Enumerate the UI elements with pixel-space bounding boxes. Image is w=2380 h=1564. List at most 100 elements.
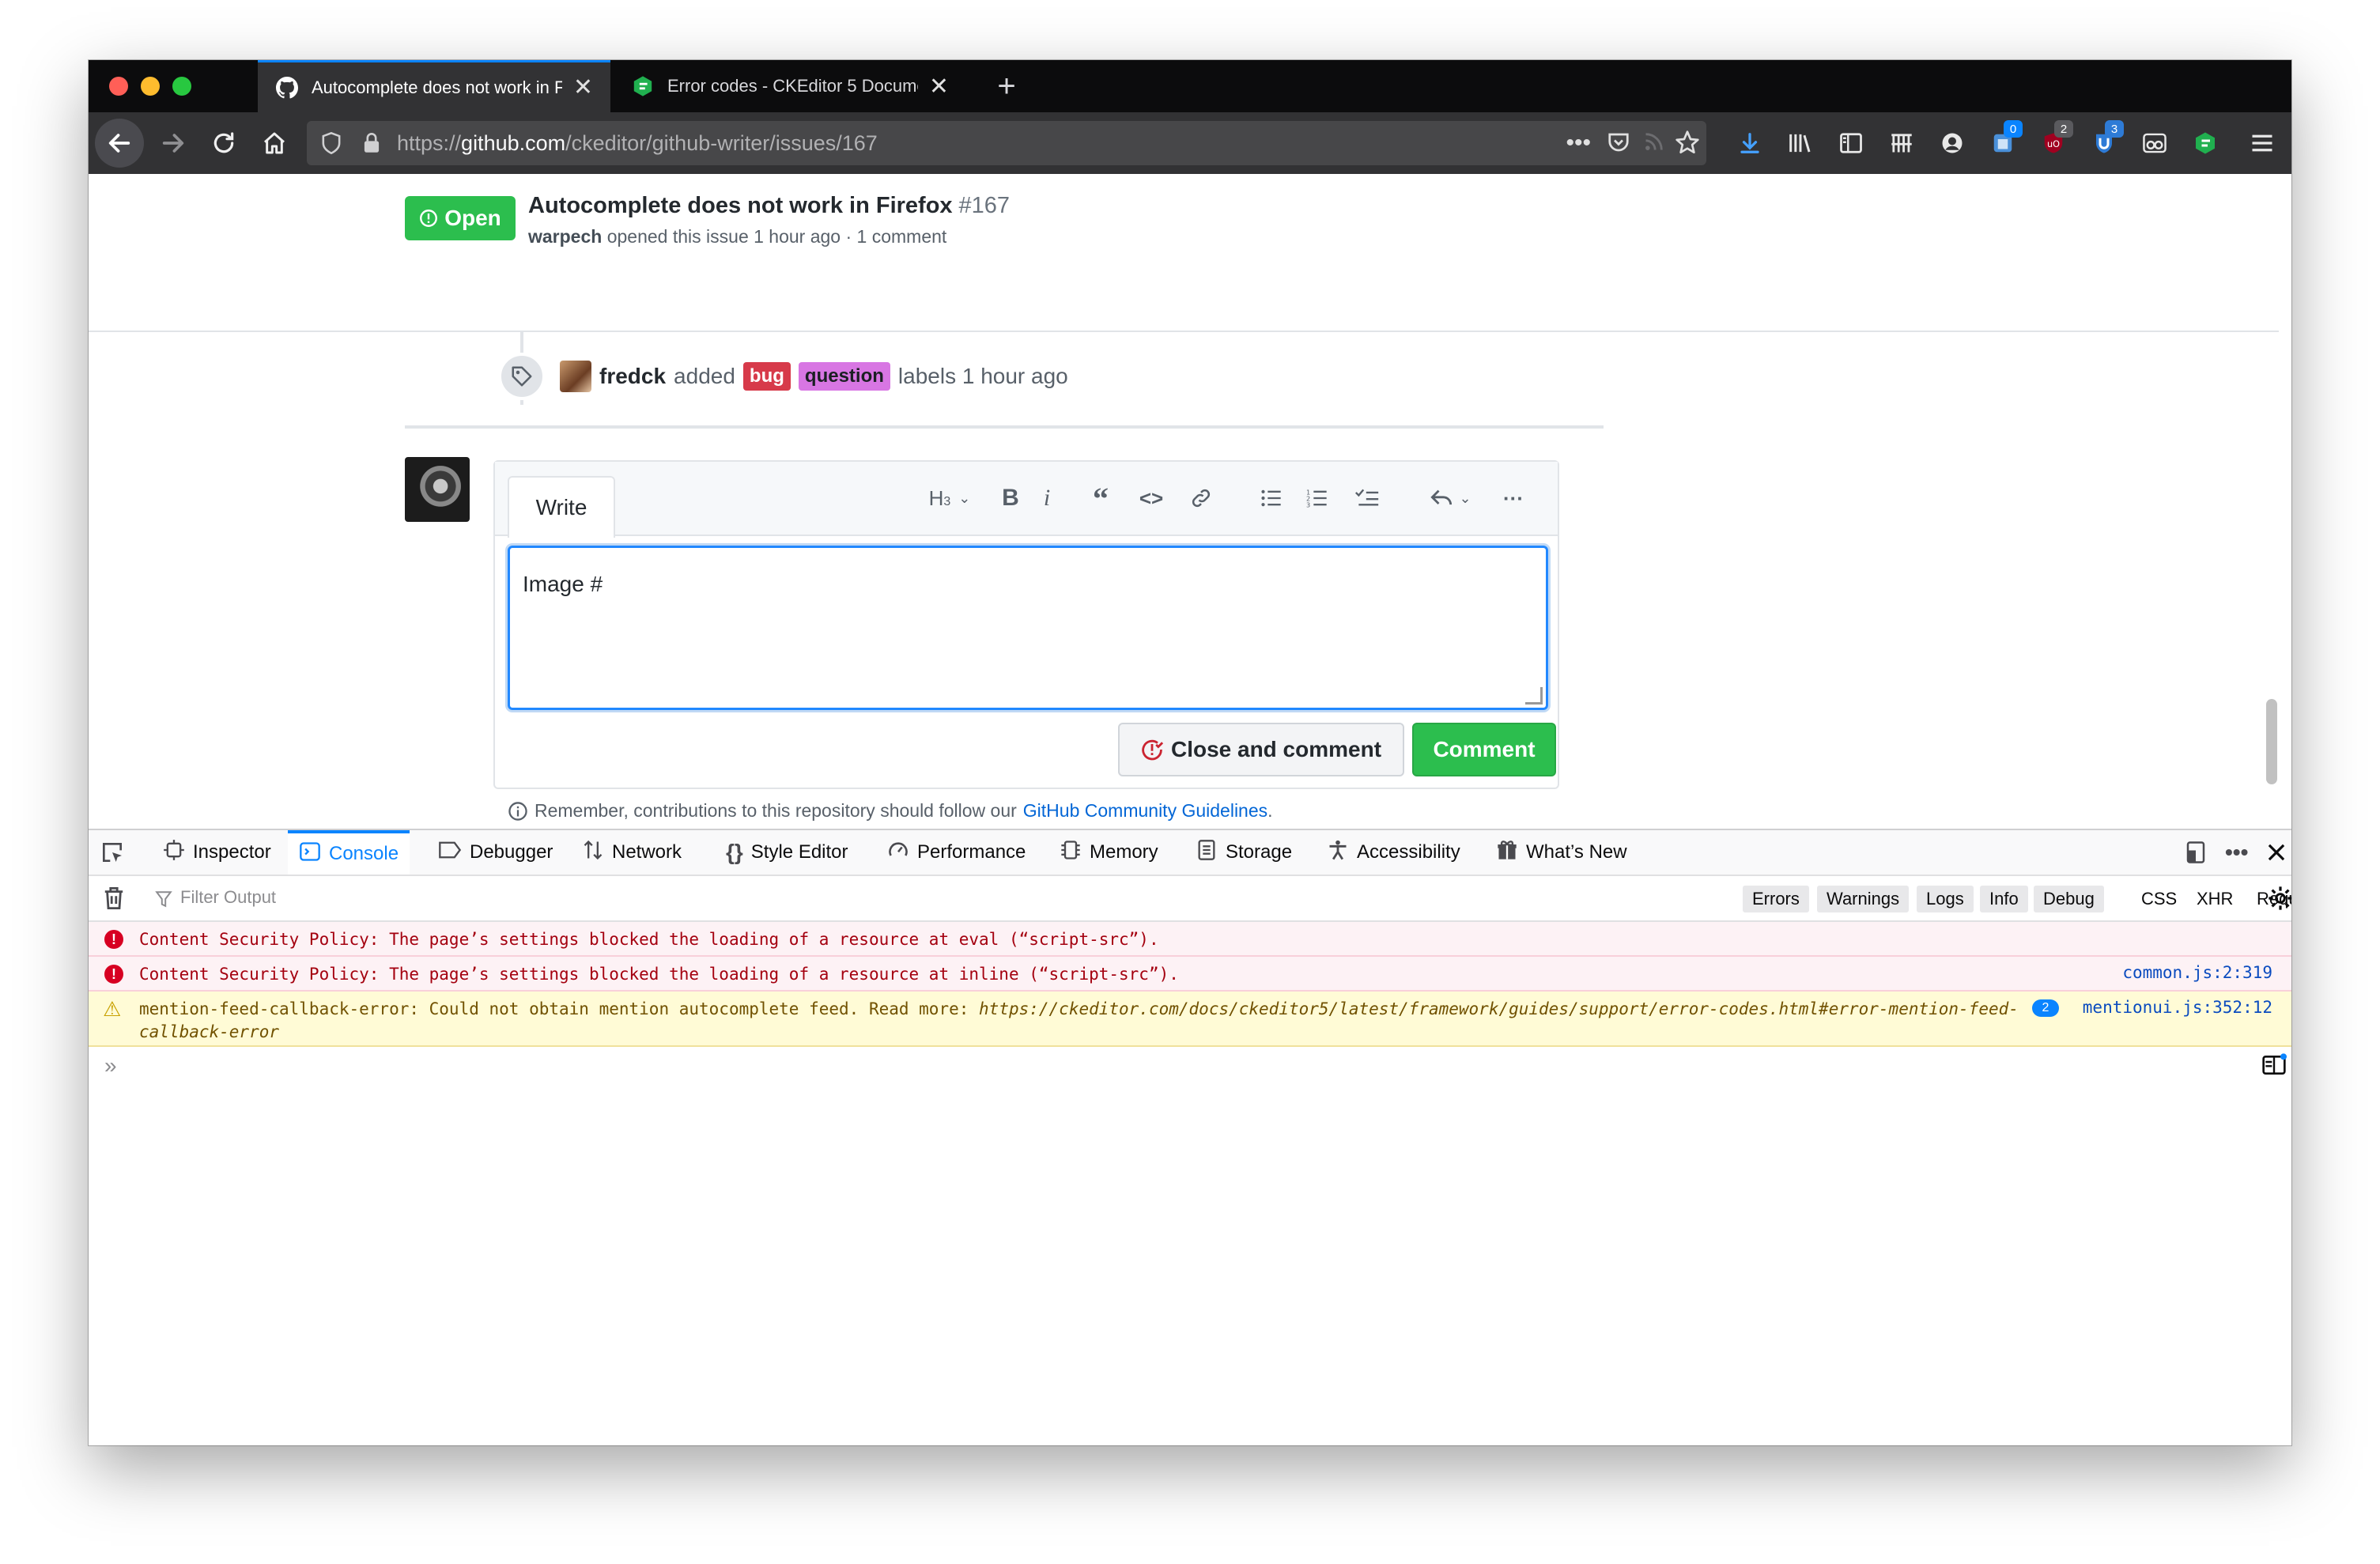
back-button[interactable] <box>95 119 144 168</box>
storage-icon <box>1196 839 1218 867</box>
more-options-button[interactable]: ··· <box>1496 482 1531 514</box>
extension-blue-icon[interactable]: 0 <box>1985 120 2023 161</box>
tab-network[interactable]: Network <box>574 830 689 875</box>
event-user-link[interactable]: fredck <box>599 364 666 389</box>
console-message-warning: ⚠ mention-feed-callback-error: Could not… <box>89 992 2291 1047</box>
issue-meta-text: opened this issue 1 hour ago · 1 comment <box>606 226 947 247</box>
dock-icon <box>2186 841 2205 863</box>
scrollbar-thumb[interactable] <box>2266 699 2277 784</box>
label-bug[interactable]: bug <box>742 362 791 391</box>
avatar[interactable] <box>405 457 470 522</box>
devtools-menu-button[interactable]: ••• <box>2225 830 2248 875</box>
home-button[interactable] <box>253 122 296 164</box>
devtools-close-button[interactable] <box>2266 830 2287 875</box>
minimize-window-button[interactable] <box>141 77 160 96</box>
forward-button[interactable] <box>152 122 195 164</box>
console-source-link[interactable]: common.js:2:319 <box>2122 963 2272 982</box>
tab-console[interactable]: Console <box>288 830 410 875</box>
tab-ckeditor-docs[interactable]: Error codes - CKEditor 5 Documentation ✕ <box>614 60 966 112</box>
filter-warnings-button[interactable]: Warnings <box>1817 886 1910 912</box>
task-list-button[interactable] <box>1347 482 1387 514</box>
rss-icon <box>1643 130 1665 158</box>
tracking-shield-icon[interactable] <box>307 132 356 154</box>
downloads-icon[interactable] <box>1732 125 1768 161</box>
filter-errors-button[interactable]: Errors <box>1743 886 1809 912</box>
issue-author-link[interactable]: warpech <box>528 226 602 247</box>
new-tab-button[interactable]: + <box>979 60 1034 112</box>
tab-style-editor[interactable]: {} Style Editor <box>718 830 856 875</box>
issue-state-badge: Open <box>405 196 516 240</box>
tab-github-issue[interactable]: Autocomplete does not work in Firefox · … <box>258 60 610 112</box>
tab-write[interactable]: Write <box>508 476 615 538</box>
console-source-link[interactable]: mentionui.js:352:12 <box>2083 998 2272 1017</box>
console-input-prompt[interactable]: » <box>104 1053 117 1079</box>
console-settings-button[interactable] <box>2268 886 2291 915</box>
tab-inspector[interactable]: Inspector <box>155 830 279 875</box>
ckeditor-extension-icon[interactable] <box>2187 125 2223 161</box>
numbered-list-button[interactable]: 123 <box>1300 482 1335 514</box>
hamburger-menu-icon[interactable] <box>2244 125 2280 161</box>
label-event: fredck added bug question labels 1 hour … <box>560 361 1068 392</box>
code-button[interactable]: <> <box>1134 482 1169 514</box>
filter-xhr-button[interactable]: XHR <box>2187 886 2242 912</box>
resize-handle[interactable] <box>1525 687 1543 705</box>
tab-storage[interactable]: Storage <box>1188 830 1300 875</box>
filter-info-button[interactable]: Info <box>1980 886 2028 912</box>
tab-debugger[interactable]: Debugger <box>430 830 561 875</box>
page-scrollbar[interactable] <box>2265 174 2279 829</box>
info-icon <box>508 801 527 821</box>
filter-css-button[interactable]: CSS <box>2132 886 2186 912</box>
tab-performance[interactable]: Performance <box>879 830 1033 875</box>
tab-close-icon[interactable]: ✕ <box>929 73 949 100</box>
dock-toggle-button[interactable] <box>2184 830 2208 875</box>
bold-button[interactable]: B <box>995 482 1026 514</box>
tab-whats-new[interactable]: What’s New <box>1488 830 1635 875</box>
tab-memory[interactable]: Memory <box>1052 830 1166 875</box>
container-icon[interactable] <box>1883 125 1920 161</box>
heading-button[interactable]: H 3 ⌄ <box>922 482 977 514</box>
filter-logs-button[interactable]: Logs <box>1917 886 1974 912</box>
ublock-icon[interactable]: uO 2 <box>2035 120 2073 161</box>
library-icon[interactable] <box>1782 125 1819 161</box>
sidebar-icon[interactable] <box>1833 125 1869 161</box>
clear-console-button[interactable] <box>103 886 125 915</box>
page-actions-icon[interactable]: ••• <box>1566 130 1591 157</box>
tab-close-icon[interactable]: ✕ <box>573 74 593 101</box>
reload-button[interactable] <box>202 122 245 164</box>
element-picker-button[interactable] <box>100 830 125 875</box>
reload-icon <box>213 132 234 153</box>
split-console-toggle[interactable] <box>2261 1053 2287 1081</box>
comment-button[interactable]: Comment <box>1412 723 1556 776</box>
extension-shield-icon[interactable]: 3 <box>2086 120 2124 161</box>
reply-button[interactable]: ⌄ <box>1425 482 1477 514</box>
network-icon <box>582 839 604 867</box>
italic-button[interactable]: i <box>1033 482 1061 514</box>
quote-button[interactable]: “ <box>1083 481 1118 516</box>
debugger-icon <box>438 840 462 866</box>
reader-glasses-icon[interactable] <box>2136 125 2173 161</box>
filter-output-input[interactable]: Filter Output <box>180 887 276 908</box>
tab-accessibility-label: Accessibility <box>1357 841 1460 863</box>
bookmark-star-icon[interactable] <box>1675 130 1700 161</box>
link-button[interactable] <box>1181 482 1221 514</box>
bulleted-list-button[interactable] <box>1254 482 1289 514</box>
url-scheme: https:// <box>397 130 462 155</box>
comment-textarea[interactable]: Image # <box>508 546 1548 710</box>
tab-memory-label: Memory <box>1090 841 1158 863</box>
filter-placeholder: Filter Output <box>180 887 277 907</box>
account-icon[interactable] <box>1934 125 1970 161</box>
avatar[interactable] <box>560 361 591 392</box>
tab-accessibility[interactable]: Accessibility <box>1319 830 1468 875</box>
performance-icon <box>887 839 909 867</box>
issue-open-icon <box>420 210 438 227</box>
close-window-button[interactable] <box>109 77 128 96</box>
issue-title-text: Autocomplete does not work in Firefox <box>528 193 953 218</box>
close-and-comment-button[interactable]: Close and comment <box>1118 723 1404 776</box>
pocket-icon[interactable] <box>1607 130 1630 160</box>
url-bar[interactable]: https://github.com/ckeditor/github-write… <box>307 121 1706 165</box>
label-question[interactable]: question <box>798 362 890 391</box>
guidelines-link[interactable]: GitHub Community Guidelines <box>1023 800 1267 822</box>
gear-icon <box>2269 886 2291 910</box>
filter-debug-button[interactable]: Debug <box>2034 886 2104 912</box>
zoom-window-button[interactable] <box>172 77 191 96</box>
